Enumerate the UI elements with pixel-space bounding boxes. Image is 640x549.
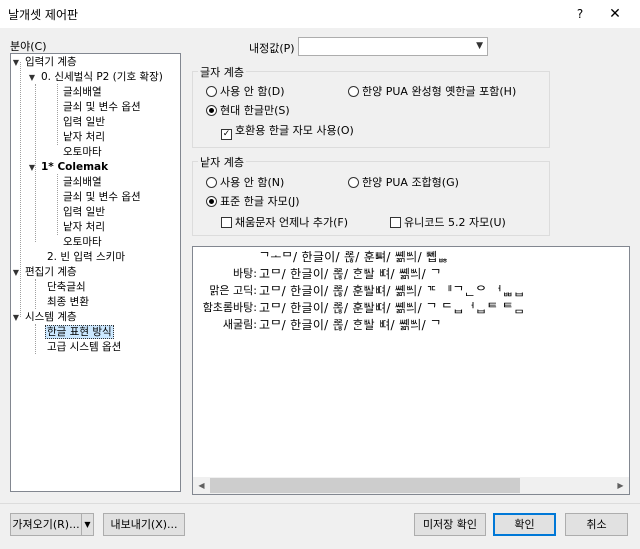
- tree-item-automata[interactable]: 오토마타: [63, 235, 102, 250]
- tree-item-jamo-processing[interactable]: 낱자 처리: [63, 220, 105, 235]
- collapse-icon[interactable]: ▼: [27, 70, 37, 85]
- preview-font-label: 함초롬바탕:: [202, 301, 257, 314]
- preview-font-label: 맑은 고딕:: [209, 284, 257, 297]
- window-title: 날개셋 제어판: [8, 8, 79, 22]
- radio-selected-icon: [206, 196, 217, 207]
- checkbox-icon: [390, 217, 401, 228]
- preview-text: ᄀᅠᅩᄆ/ 한글이/ ᄙᅩᆭ/ 훈ᄥᅧ/ ᄴᅨᇑᄡᅴ/ ᄤᅦᆸᇥ: [259, 250, 449, 264]
- tree-item-jamo-processing[interactable]: 낱자 처리: [63, 130, 105, 145]
- close-button[interactable]: ✕: [602, 4, 628, 24]
- char-none-radio[interactable]: 사용 안 함(D): [206, 85, 285, 99]
- preview-text: 고ᄆ/ 한글이/ ᄙᅩᆭ/ 훈ᄡᅡᆯᄠᅧ/ ᄴᅨᇑᄡᅴ/ ᄀ ᄃᆸᅥᆸᄐ ᄐᆷ: [259, 301, 525, 315]
- radio-icon: [206, 177, 217, 188]
- char-pua-radio[interactable]: 한양 PUA 완성형 옛한글 포함(H): [348, 85, 516, 99]
- radio-selected-icon: [206, 105, 217, 116]
- unicode52-checkbox[interactable]: 유니코드 5.2 자모(U): [390, 216, 506, 230]
- tree-item-editor-layer[interactable]: ▼ 편집기 계층: [11, 265, 77, 280]
- tree-item-schema-1[interactable]: ▼ 1* Colemak: [27, 160, 108, 175]
- preview-row: 새굴림: 고ᄆ/ 한글이/ ᄙᅩᆭ/ ᄒᆞᆫᄡᅡᆯ ᄠᅧ/ ᄴᅨᇑᄡᅴ/ ᄀ: [193, 317, 629, 333]
- export-button[interactable]: 내보내기(X)...: [103, 513, 185, 536]
- preset-label: 내정값(P): [249, 42, 295, 55]
- preview-font-label: 새굴림:: [222, 318, 257, 331]
- tree-item-schema-2[interactable]: 2. 빈 입력 스키마: [47, 250, 125, 265]
- tree-item-hangul-display[interactable]: 한글 표현 방식: [45, 325, 114, 340]
- tree-line: [35, 324, 36, 354]
- collapse-icon[interactable]: ▼: [11, 55, 21, 70]
- jamo-standard-radio[interactable]: 표준 한글 자모(J): [206, 195, 300, 209]
- jamo-none-radio[interactable]: 사용 안 함(N): [206, 176, 284, 190]
- tree-item-layout[interactable]: 글쇠배열: [63, 175, 102, 190]
- collapse-icon[interactable]: ▼: [11, 265, 21, 280]
- preview-font-label: 바탕:: [233, 267, 257, 280]
- tree-item-key-options[interactable]: 글쇠 및 변수 옵션: [63, 100, 141, 115]
- preview-text: 고ᄆ/ 한글이/ ᄙᅩᆭ/ ᄒᆞᆫᄡᅡᆯ ᄠᅧ/ ᄴᅨᇑᄡᅴ/ ᄀ: [259, 318, 442, 332]
- compat-jamo-checkbox[interactable]: ✓ 호환용 한글 자모 사용(O): [221, 124, 354, 140]
- preview-row: ᄀᅠᅩᄆ/ 한글이/ ᄙᅩᆭ/ 훈ᄥᅧ/ ᄴᅨᇑᄡᅴ/ ᄤᅦᆸᇥ: [193, 249, 629, 265]
- filler-checkbox[interactable]: 채움문자 언제나 추가(F): [221, 216, 348, 230]
- tree-item-system-layer[interactable]: ▼ 시스템 계층: [11, 310, 77, 325]
- cancel-button[interactable]: 취소: [565, 513, 628, 536]
- tree-item-layout[interactable]: 글쇠배열: [63, 85, 102, 100]
- unsaved-check-button[interactable]: 미저장 확인: [414, 513, 486, 536]
- tree-item-key-options[interactable]: 글쇠 및 변수 옵션: [63, 190, 141, 205]
- tree-item-input-layer[interactable]: ▼ 입력기 계층: [11, 55, 77, 70]
- tree-item-shortcuts[interactable]: 단축글쇠: [47, 280, 86, 295]
- radio-icon: [206, 86, 217, 97]
- tree-label: 분야(C): [10, 40, 47, 53]
- jamo-layer-title: 낱자 계층: [198, 154, 246, 170]
- radio-icon: [348, 177, 359, 188]
- tree-item-schema-0[interactable]: ▼ 0. 신세벌식 P2 (기호 확장): [27, 70, 163, 85]
- ok-button[interactable]: 확인: [493, 513, 556, 536]
- scrollbar-thumb[interactable]: [210, 478, 520, 493]
- checkmark-icon: ✓: [221, 129, 232, 140]
- preview-row: 바탕: 고ᄆ/ 한글이/ ᄙᅩᆭ/ ᄒᆞᆫᄡᅡᆯ ᄠᅧ/ ᄴᅨᇑᄡᅴ/ ᄀ: [193, 266, 629, 282]
- help-button[interactable]: ?: [570, 4, 590, 24]
- category-tree[interactable]: ▼ 입력기 계층 ▼ 0. 신세벌식 P2 (기호 확장) 글쇠배열 글쇠 및 변수…: [10, 53, 181, 492]
- font-preview-box: ᄀᅠᅩᄆ/ 한글이/ ᄙᅩᆭ/ 훈ᄥᅧ/ ᄴᅨᇑᄡᅴ/ ᄤᅦᆸᇥ 바탕: 고ᄆ/ …: [192, 246, 630, 495]
- radio-icon: [348, 86, 359, 97]
- tree-item-input-general[interactable]: 입력 일반: [63, 205, 105, 220]
- jamo-pua-radio[interactable]: 한양 PUA 조합형(G): [348, 176, 459, 190]
- preview-row: 함초롬바탕: 고ᄆ/ 한글이/ ᄙᅩᆭ/ 훈ᄡᅡᆯᄠᅧ/ ᄴᅨᇑᄡᅴ/ ᄀ ᄃᆸᅥ…: [193, 300, 629, 316]
- checkbox-icon: [221, 217, 232, 228]
- preview-text: 고ᄆ/ 한글이/ ᄙᅩᆭ/ ᄒᆞᆫᄡᅡᆯ ᄠᅧ/ ᄴᅨᇑᄡᅴ/ ᄀ: [259, 267, 442, 281]
- tree-line: [57, 174, 58, 235]
- tree-line: [57, 84, 58, 145]
- preview-text: 고ᄆ/ 한글이/ ᄙᅩᆭ/ 훈ᄡᅡᆯᄠᅧ/ ᄴᅨᇑᄡᅴ/ ᄀᄃ ᅵᅵᄀᆫᄋ ᅥᆸ…: [259, 284, 525, 298]
- preset-dropdown[interactable]: ▼: [298, 37, 488, 56]
- tree-item-advanced-system[interactable]: 고급 시스템 옵션: [47, 340, 121, 355]
- import-dropdown-icon[interactable]: ▼: [81, 513, 94, 536]
- collapse-icon[interactable]: ▼: [11, 310, 21, 325]
- char-layer-title: 글자 계층: [198, 64, 246, 80]
- chevron-down-icon: ▼: [476, 41, 483, 51]
- preview-row: 맑은 고딕: 고ᄆ/ 한글이/ ᄙᅩᆭ/ 훈ᄡᅡᆯᄠᅧ/ ᄴᅨᇑᄡᅴ/ ᄀᄃ ᅵᅵ…: [193, 283, 629, 299]
- scroll-right-icon[interactable]: ▶: [612, 477, 629, 494]
- title-bar: [0, 0, 640, 28]
- preview-horizontal-scrollbar[interactable]: ◀ ▶: [193, 477, 629, 494]
- tree-line: [35, 279, 36, 309]
- tree-item-input-general[interactable]: 입력 일반: [63, 115, 105, 130]
- tree-item-automata[interactable]: 오토마타: [63, 145, 102, 160]
- scroll-left-icon[interactable]: ◀: [193, 477, 210, 494]
- collapse-icon[interactable]: ▼: [27, 160, 37, 175]
- footer-divider: [0, 503, 640, 504]
- import-button[interactable]: 가져오기(R)...: [10, 513, 82, 536]
- char-modern-radio[interactable]: 현대 한글만(S): [206, 104, 290, 118]
- tree-item-final-convert[interactable]: 최종 변환: [47, 295, 89, 310]
